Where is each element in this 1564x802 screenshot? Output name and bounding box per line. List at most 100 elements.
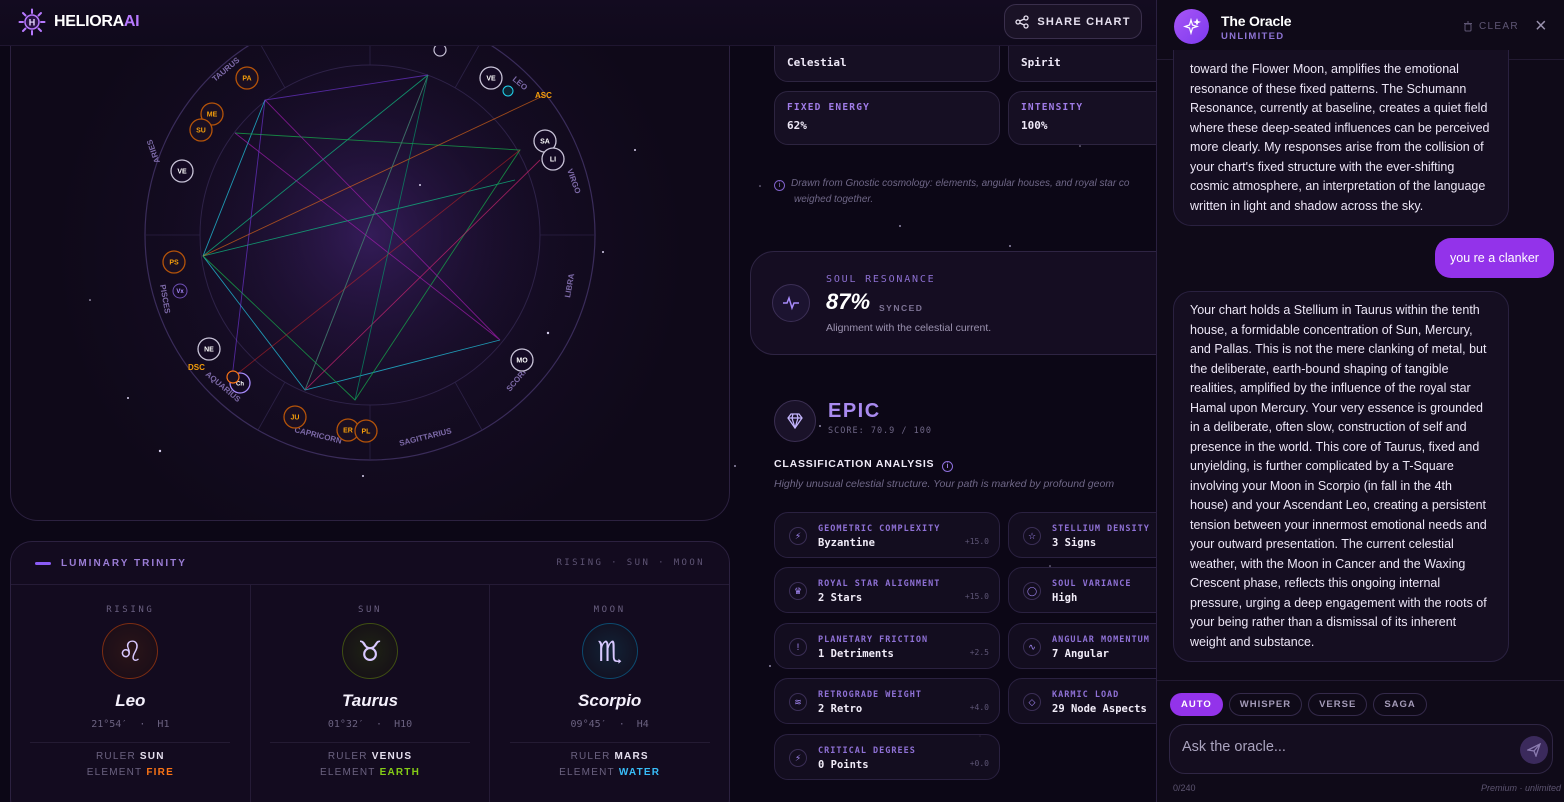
luminary-ruler: RULER MARS [570, 751, 649, 762]
svg-text:ASC: ASC [535, 91, 552, 100]
accent-bar [35, 561, 51, 565]
bolt-icon: ⚡ [789, 749, 807, 767]
soul-resonance-card: SOUL RESONANCE 87% SYNCED Alignment with… [750, 251, 1156, 355]
clear-chat-button[interactable]: CLEAR [1463, 21, 1519, 32]
soul-resonance-value: 87% [826, 289, 871, 314]
soul-resonance-desc: Alignment with the celestial current. [826, 322, 992, 334]
gnostic-note: i Drawn from Gnostic cosmology: elements,… [774, 176, 1156, 208]
send-button[interactable] [1520, 736, 1548, 764]
svg-text:VE: VE [177, 169, 187, 176]
svg-text:H: H [29, 18, 36, 28]
soul-resonance-label: SOUL RESONANCE [826, 274, 936, 285]
natal-chart-wheel[interactable]: TAURUS LEO VIRGO LIBRA SCORPIO SAGITTARI… [0, 0, 740, 520]
luminary-ruler: RULER SUN [96, 751, 165, 762]
leo-glyph-icon: ♌ [102, 623, 159, 679]
oracle-composer: AUTO WHISPER VERSE SAGA 0/240 Premium · … [1157, 680, 1564, 802]
scorpio-glyph-icon: ♏ [581, 623, 638, 679]
luminary-element: ELEMENT EARTH [319, 767, 421, 778]
stat-card-fixed-energy: FIXED ENERGY 62% [774, 91, 1000, 145]
luminary-label: MOON [593, 605, 626, 615]
taurus-glyph-icon: ♉ [342, 623, 398, 679]
luminary-element: ELEMENT FIRE [86, 767, 174, 778]
shield-icon: ◯ [1023, 582, 1041, 600]
luminary-moon[interactable]: MOON ♏ Scorpio 09°45′ · H4 RULER MARS ELE… [490, 585, 729, 802]
luminary-trinity-panel: LUMINARY TRINITY RISING · SUN · MOON RIS… [10, 541, 730, 802]
svg-text:PS: PS [169, 260, 179, 267]
logo-sun-icon: H [18, 8, 46, 36]
metric-karmic-load[interactable]: ◇ KARMIC LOAD 29 Node Aspects [1008, 678, 1156, 724]
metric-planetary-friction[interactable]: ! PLANETARY FRICTION 1 Detriments +2.5 [774, 623, 1000, 669]
metric-retrograde-weight[interactable]: ≋ RETROGRADE WEIGHT 2 Retro +4.0 [774, 678, 1000, 724]
svg-text:Vx: Vx [176, 289, 184, 295]
oracle-message: toward the Flower Moon, amplifies the em… [1173, 50, 1509, 226]
analysis-column: Celestial Spirit FIXED ENERGY 62% INTENS… [750, 0, 1156, 802]
svg-text:JU: JU [291, 415, 300, 422]
classification-desc: Highly unusual celestial structure. Your… [774, 478, 1115, 490]
luminary-sign: Taurus [341, 691, 399, 710]
rarity-score: SCORE: 70.9 / 100 [828, 426, 932, 436]
svg-text:ER: ER [343, 428, 353, 435]
alert-icon: ! [789, 638, 807, 656]
share-chart-button[interactable]: SHARE CHART [1004, 4, 1142, 39]
mode-selector: AUTO WHISPER VERSE SAGA [1170, 693, 1427, 716]
luminary-ruler: RULER VENUS [327, 751, 413, 762]
svg-text:ARIES: ARIES [145, 138, 162, 165]
stat-card-intensity: INTENSITY 100% [1008, 91, 1156, 145]
diamond-icon [774, 400, 816, 442]
crown-icon: ♛ [789, 582, 807, 600]
ask-oracle-input[interactable] [1182, 739, 1502, 755]
metric-critical-degrees[interactable]: ⚡ CRITICAL DEGREES 0 Points +0.0 [774, 734, 1000, 780]
classification-title: CLASSIFICATION ANALYSIS i [774, 458, 954, 472]
metric-soul-variance[interactable]: ◯ SOUL VARIANCE High [1008, 567, 1156, 613]
share-chart-label: SHARE CHART [1037, 15, 1131, 28]
ask-input-wrapper [1169, 724, 1553, 774]
top-bar: H HELIORAAI SHARE CHART [0, 0, 1156, 46]
svg-text:PL: PL [362, 429, 372, 436]
luminary-degree: 01°32′ · H10 [327, 719, 413, 730]
sparkle-avatar-icon [1174, 9, 1209, 44]
svg-text:NE: NE [204, 347, 214, 354]
oracle-tier: UNLIMITED [1221, 31, 1285, 42]
oracle-message: Your chart holds a Stellium in Taurus wi… [1173, 291, 1509, 662]
oracle-name: The Oracle [1221, 13, 1292, 29]
layers-icon: ≋ [789, 693, 807, 711]
pulse-icon [772, 284, 810, 322]
gem-icon: ◇ [1023, 693, 1041, 711]
luminary-sign: Leo [115, 691, 146, 710]
luminary-degree: 09°45′ · H4 [570, 719, 649, 730]
synced-badge: SYNCED [879, 303, 924, 313]
share-icon [1015, 14, 1030, 29]
send-icon [1527, 743, 1541, 757]
rarity-title: EPIC [828, 400, 881, 422]
mode-auto[interactable]: AUTO [1170, 693, 1223, 716]
logo[interactable]: H HELIORAAI [18, 8, 140, 36]
luminary-element: ELEMENT WATER [559, 767, 661, 778]
luminary-label: RISING [106, 605, 155, 615]
svg-text:LI: LI [550, 157, 556, 164]
trinity-subtitle: RISING · SUN · MOON [556, 558, 705, 568]
metric-angular-momentum[interactable]: ∿ ANGULAR MOMENTUM 7 Angular [1008, 623, 1156, 669]
premium-note: Premium · unlimited [1480, 783, 1561, 793]
svg-text:ME: ME [207, 112, 218, 119]
luminary-sun[interactable]: SUN ♉ Taurus 01°32′ · H10 RULER VENUS ELE… [251, 585, 491, 802]
luminary-degree: 21°54′ · H1 [91, 719, 170, 730]
trinity-title: LUMINARY TRINITY [61, 557, 187, 569]
char-count: 0/240 [1173, 783, 1196, 793]
trinity-header: LUMINARY TRINITY RISING · SUN · MOON [11, 542, 729, 585]
wave-icon: ∿ [1023, 638, 1041, 656]
metric-royal-star-alignment[interactable]: ♛ ROYAL STAR ALIGNMENT 2 Stars +15.0 [774, 567, 1000, 613]
svg-text:DSC: DSC [188, 363, 205, 372]
oracle-chat-panel: The Oracle UNLIMITED CLEAR × toward the … [1156, 0, 1564, 802]
mode-verse[interactable]: VERSE [1308, 693, 1368, 716]
mode-whisper[interactable]: WHISPER [1228, 693, 1303, 716]
info-icon[interactable]: i [942, 461, 954, 472]
metric-stellium-density[interactable]: ☆ STELLIUM DENSITY 3 Signs [1008, 512, 1156, 558]
svg-text:Ch: Ch [236, 382, 244, 388]
mode-saga[interactable]: SAGA [1373, 693, 1427, 716]
metric-geometric-complexity[interactable]: ⚡ GEOMETRIC COMPLEXITY Byzantine +15.0 [774, 512, 1000, 558]
svg-text:VE: VE [486, 76, 496, 83]
close-icon[interactable]: × [1535, 16, 1547, 36]
luminary-label: SUN [357, 605, 383, 615]
luminary-rising[interactable]: RISING ♌ Leo 21°54′ · H1 RULER SUN ELEMEN… [11, 585, 251, 802]
user-message: you re a clanker [1435, 238, 1554, 278]
